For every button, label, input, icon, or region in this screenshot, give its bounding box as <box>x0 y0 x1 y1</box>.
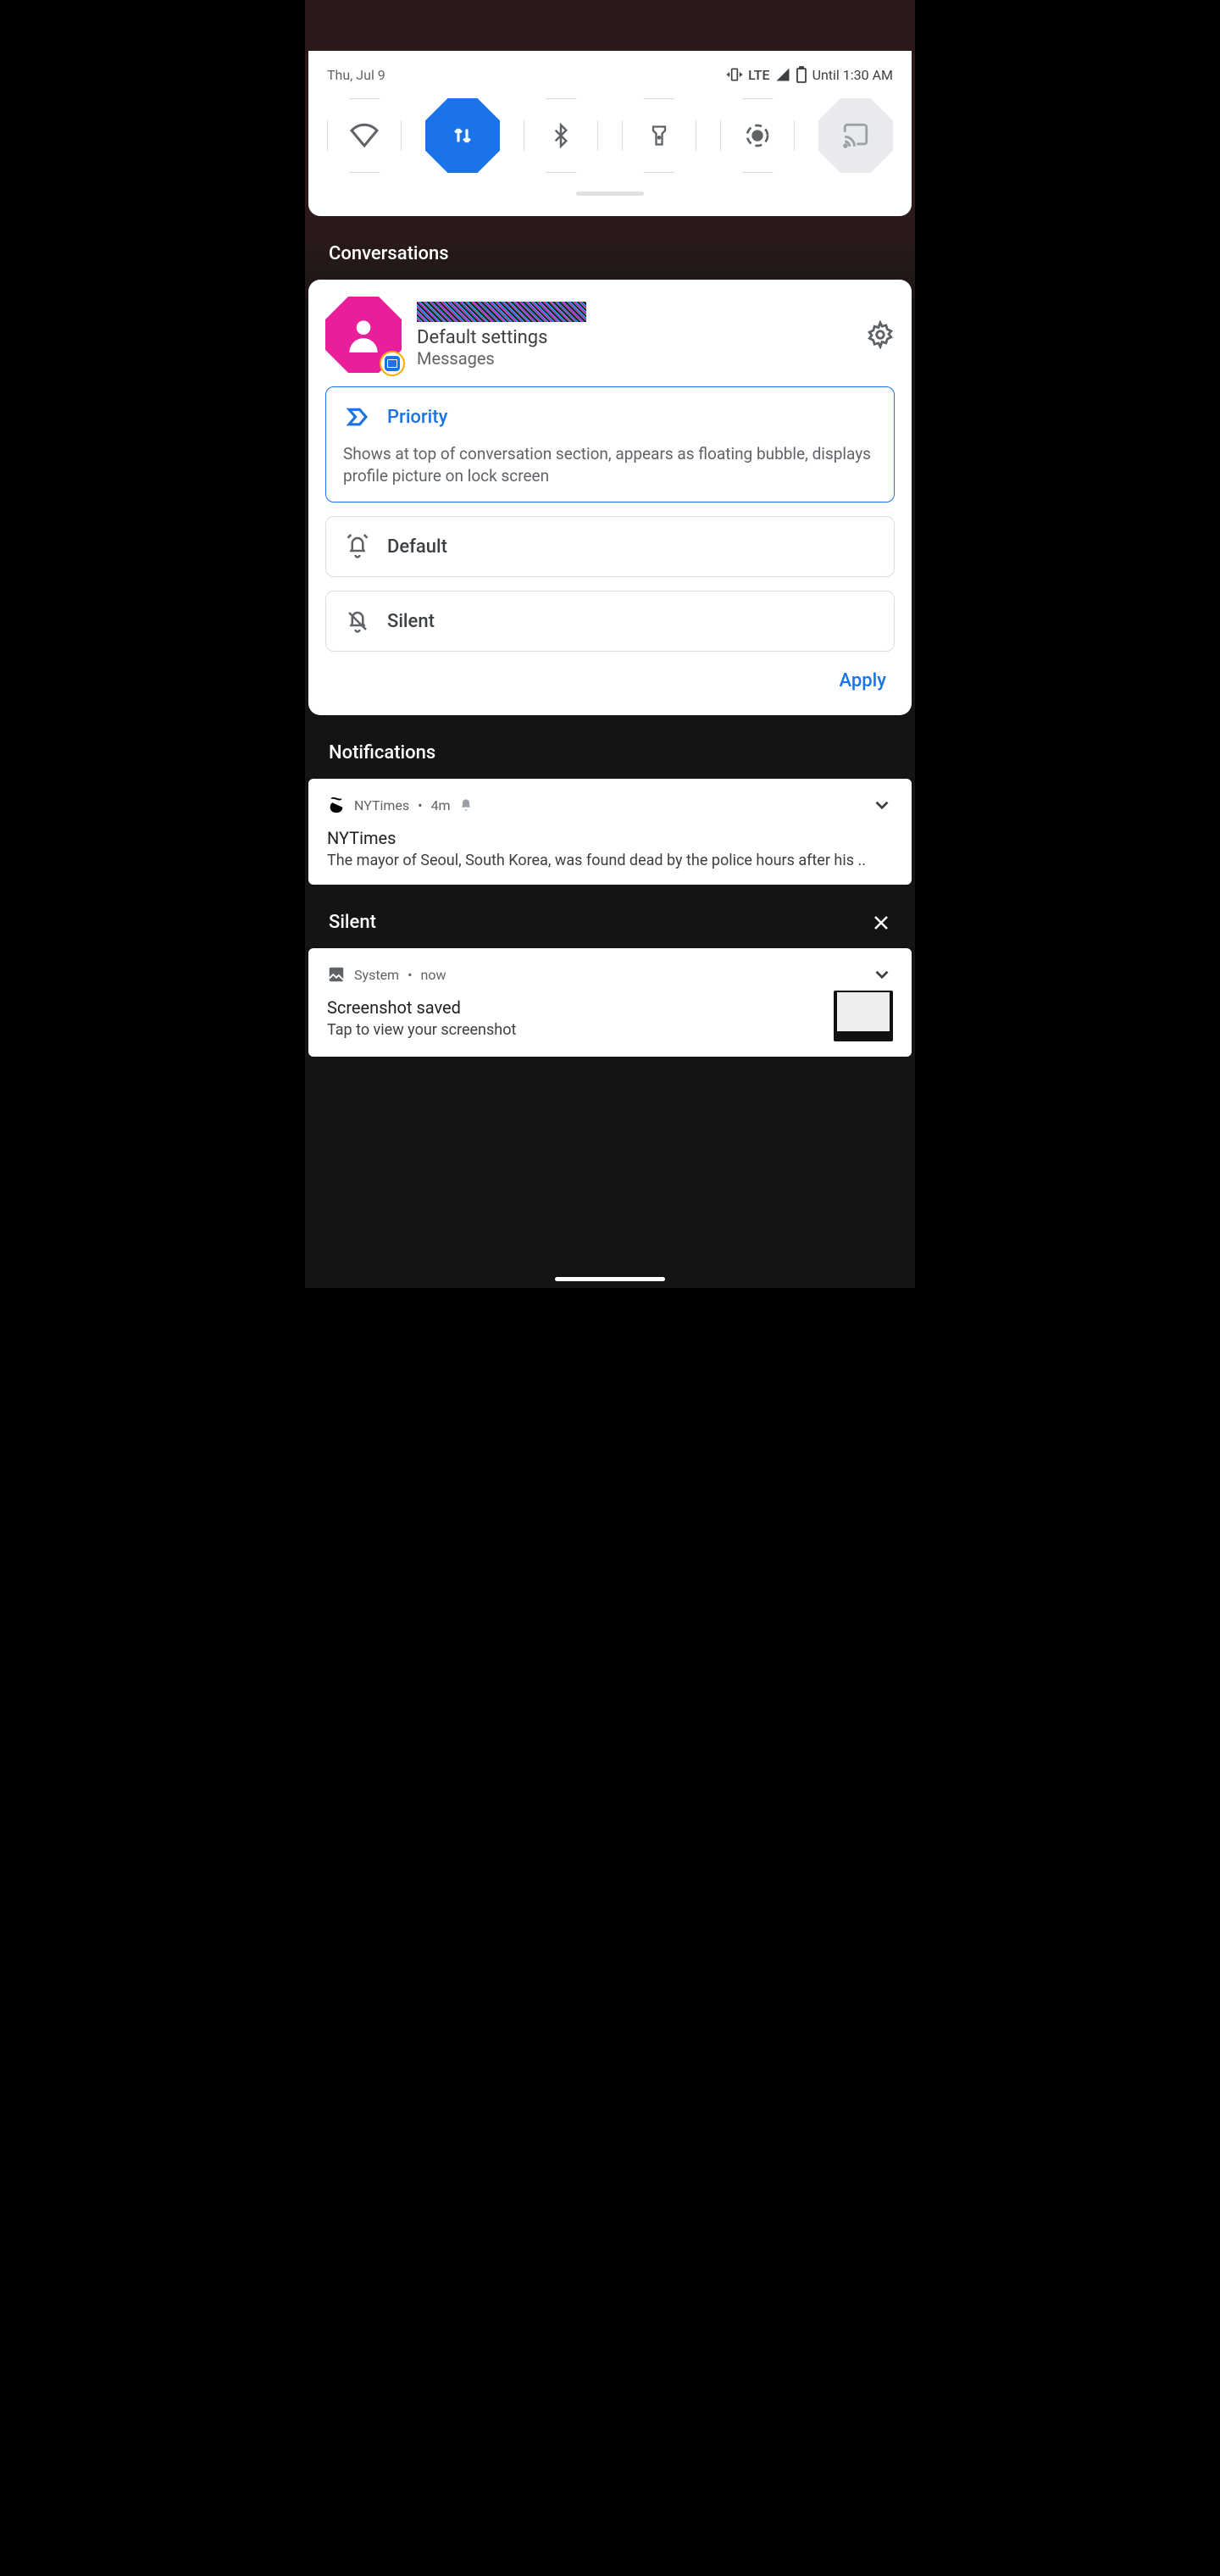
qs-status-icons: LTE Until 1:30 AM <box>726 66 893 83</box>
qs-tile-wifi[interactable] <box>327 98 402 173</box>
silent-option-label: Silent <box>387 611 435 632</box>
screenshot-thumbnail[interactable] <box>834 991 893 1041</box>
qs-tile-cast[interactable] <box>818 98 893 173</box>
expand-button[interactable] <box>871 794 893 816</box>
contact-avatar <box>325 297 402 373</box>
chevron-down-icon <box>871 794 893 816</box>
contact-name-redacted <box>417 302 586 322</box>
qs-date: Thu, Jul 9 <box>327 67 385 83</box>
notif-body: The mayor of Seoul, South Korea, was fou… <box>327 852 893 869</box>
image-icon <box>327 965 346 984</box>
notif-title: NYTimes <box>327 828 893 848</box>
qs-tile-bluetooth[interactable] <box>524 98 598 173</box>
bell-off-icon <box>343 607 372 636</box>
gear-icon <box>866 320 895 349</box>
messages-app-badge <box>380 351 405 376</box>
nytimes-app-icon <box>327 796 346 814</box>
section-header-conversations: Conversations <box>305 216 915 280</box>
quick-settings-panel: Thu, Jul 9 LTE Until 1:30 AM <box>308 51 912 216</box>
nytimes-notification[interactable]: NYTimes • 4m NYTimes The mayor of Seoul,… <box>308 779 912 885</box>
network-type: LTE <box>748 67 769 83</box>
section-header-silent: Silent <box>305 885 915 948</box>
notif-app-name: System <box>354 967 399 983</box>
section-header-notifications: Notifications <box>305 715 915 779</box>
battery-icon <box>796 66 807 83</box>
battery-until: Until 1:30 AM <box>812 67 893 83</box>
signal-icon <box>775 67 790 82</box>
wifi-icon <box>349 120 380 151</box>
conversation-settings-label: Default settings <box>417 327 851 348</box>
expand-button[interactable] <box>871 963 893 985</box>
gesture-nav-bar[interactable] <box>555 1277 665 1281</box>
system-screenshot-notification[interactable]: System • now Screenshot saved Tap to vie… <box>308 948 912 1057</box>
record-icon <box>744 122 771 149</box>
chevron-down-icon <box>871 963 893 985</box>
priority-icon <box>343 402 372 431</box>
apply-button[interactable]: Apply <box>325 652 895 698</box>
qs-tile-screen-record[interactable] <box>720 98 795 173</box>
notif-app-name: NYTimes <box>354 797 409 813</box>
priority-option[interactable]: Priority Shows at top of conversation se… <box>325 386 895 502</box>
data-arrows-icon <box>450 123 475 148</box>
notif-title: Screenshot saved <box>327 997 818 1018</box>
vibrate-icon <box>726 66 743 83</box>
priority-option-label: Priority <box>387 407 447 428</box>
notif-age: 4m <box>431 797 451 813</box>
conversation-settings-button[interactable] <box>866 320 895 349</box>
qs-tile-flashlight[interactable] <box>622 98 696 173</box>
default-option[interactable]: Default <box>325 516 895 577</box>
alerting-icon <box>459 798 473 812</box>
priority-option-description: Shows at top of conversation section, ap… <box>343 443 877 486</box>
bell-ring-icon <box>343 532 372 561</box>
qs-tile-mobile-data[interactable] <box>425 98 500 173</box>
qs-drag-handle[interactable] <box>576 192 644 196</box>
conversation-app-name: Messages <box>417 348 851 369</box>
default-option-label: Default <box>387 536 447 558</box>
conversation-notification-card: Default settings Messages Priority Shows… <box>308 280 912 715</box>
close-icon <box>871 913 891 933</box>
silent-label: Silent <box>329 912 376 933</box>
silent-option[interactable]: Silent <box>325 591 895 652</box>
bluetooth-icon <box>548 123 574 148</box>
dismiss-silent-button[interactable] <box>871 913 891 933</box>
cast-icon <box>841 121 870 150</box>
notif-age: now <box>420 967 446 983</box>
notif-body: Tap to view your screenshot <box>327 1021 818 1039</box>
flashlight-icon <box>647 124 671 147</box>
